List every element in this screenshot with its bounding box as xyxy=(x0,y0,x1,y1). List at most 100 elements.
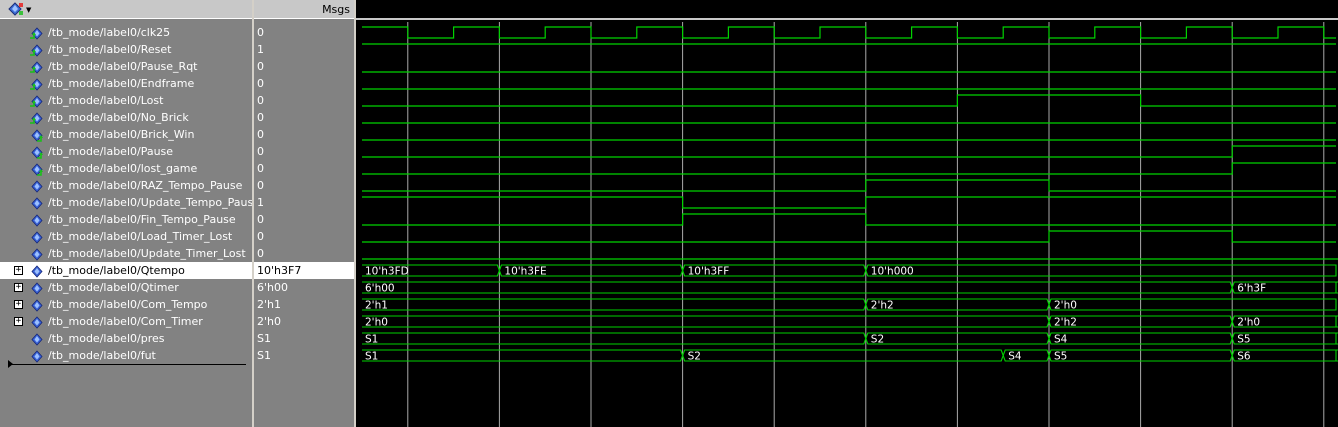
signal-value-row[interactable]: 2'h0 xyxy=(254,313,354,330)
signal-value: 0 xyxy=(257,162,264,175)
bus-label: 2'h1 xyxy=(365,300,388,312)
expand-plus-icon[interactable]: + xyxy=(14,283,23,292)
bus-label: S5 xyxy=(1054,351,1067,363)
wave-diamond-icon xyxy=(8,2,23,16)
signal-row[interactable]: /tb_mode/label0/No_Brick xyxy=(0,109,252,126)
signal-row[interactable]: /tb_mode/label0/Fin_Tempo_Pause xyxy=(0,211,252,228)
signal-row[interactable]: + /tb_mode/label0/Qtimer xyxy=(0,279,252,296)
signal-value-row[interactable]: 1 xyxy=(254,41,354,58)
signal-name: /tb_mode/label0/Com_Tempo xyxy=(48,298,208,311)
signal-value: 0 xyxy=(257,26,264,39)
signal-value-row[interactable]: 0 xyxy=(254,160,354,177)
expand-plus-icon[interactable]: + xyxy=(14,266,23,275)
signal-value-row[interactable]: 0 xyxy=(254,143,354,160)
signal-name: /tb_mode/label0/No_Brick xyxy=(48,111,189,124)
diamond-icon xyxy=(29,179,43,193)
signal-value-row[interactable]: 0 xyxy=(254,228,354,245)
signal-row[interactable]: + /tb_mode/label0/Qtempo xyxy=(0,262,252,279)
expand-plus-icon[interactable]: + xyxy=(14,317,23,326)
bus-label: 2'h0 xyxy=(1054,300,1077,312)
signal-row[interactable]: /tb_mode/label0/Pause xyxy=(0,143,252,160)
signal-value-row[interactable]: 0 xyxy=(254,211,354,228)
signal-row[interactable]: /tb_mode/label0/Endframe xyxy=(0,75,252,92)
signal-name: /tb_mode/label0/clk25 xyxy=(48,26,171,39)
signal-value-pane: Msgs 0 1 0 0 0 0 0 0 0 0 1 0 0 0 10'h3F7 6'h00 2'h1 2'h0 S… xyxy=(254,0,354,427)
cursor-arrow-icon[interactable] xyxy=(8,360,13,368)
signal-value-row[interactable]: 0 xyxy=(254,177,354,194)
signal-value-row[interactable]: 0 xyxy=(254,109,354,126)
signal-value-row[interactable]: 6'h00 xyxy=(254,279,354,296)
signal-value-row[interactable]: 0 xyxy=(254,24,354,41)
bus-segment xyxy=(865,264,1337,277)
signal-value-row[interactable]: 10'h3F7 xyxy=(254,262,354,279)
signal-value-row[interactable]: 0 xyxy=(254,126,354,143)
diamond-icon xyxy=(29,349,43,363)
bus-segment xyxy=(682,349,1004,362)
signal-value: 2'h0 xyxy=(257,315,281,328)
signal-value-row[interactable]: 0 xyxy=(254,58,354,75)
expand-plus-icon[interactable]: + xyxy=(14,300,23,309)
signal-row[interactable]: /tb_mode/label0/fut xyxy=(0,347,252,364)
bus-label: S2 xyxy=(688,351,701,363)
bus-segment xyxy=(362,332,867,345)
clock-wave xyxy=(362,26,1336,39)
signal-row[interactable]: /tb_mode/label0/lost_game xyxy=(0,160,252,177)
diamond-icon xyxy=(29,213,43,227)
signal-value-row[interactable]: 1 xyxy=(254,194,354,211)
signal-value-row[interactable]: S1 xyxy=(254,330,354,347)
signal-value-row[interactable]: 2'h1 xyxy=(254,296,354,313)
signal-value-row[interactable]: 0 xyxy=(254,92,354,109)
diamond-in-icon xyxy=(29,77,43,91)
signal-value-row[interactable]: 0 xyxy=(254,75,354,92)
signal-value: 0 xyxy=(257,77,264,90)
bus-segment xyxy=(362,315,1050,328)
signal-row[interactable]: /tb_mode/label0/Load_Timer_Lost xyxy=(0,228,252,245)
bus-label: 10'h3FF xyxy=(688,266,730,278)
signal-row[interactable]: /tb_mode/label0/Reset xyxy=(0,41,252,58)
signal-row[interactable]: /tb_mode/label0/pres xyxy=(0,330,252,347)
bus-segment xyxy=(362,281,1233,294)
signal-name: /tb_mode/label0/Load_Timer_Lost xyxy=(48,230,233,243)
diamond-icon xyxy=(29,298,43,312)
signal-value: 0 xyxy=(257,60,264,73)
msgs-header: Msgs xyxy=(254,0,354,19)
signal-row[interactable]: /tb_mode/label0/Update_Timer_Lost xyxy=(0,245,252,262)
signal-row[interactable]: /tb_mode/label0/Update_Tempo_Pause xyxy=(0,194,252,211)
signal-row[interactable]: + /tb_mode/label0/Com_Timer xyxy=(0,313,252,330)
signal-name: /tb_mode/label0/Qtempo xyxy=(48,264,185,277)
cursor-divider[interactable] xyxy=(10,364,246,365)
bus-label: 2'h2 xyxy=(1054,317,1077,329)
chevron-down-icon: ▼ xyxy=(26,6,32,14)
signal-value: 6'h00 xyxy=(257,281,288,294)
signal-row[interactable]: + /tb_mode/label0/Com_Tempo xyxy=(0,296,252,313)
signal-name: /tb_mode/label0/lost_game xyxy=(48,162,198,175)
signal-value-row[interactable]: S1 xyxy=(254,347,354,364)
bus-segment xyxy=(362,298,867,311)
signal-value-row[interactable]: 0 xyxy=(254,245,354,262)
signal-value: 0 xyxy=(257,111,264,124)
wave-toolbar-button[interactable]: ▼ xyxy=(8,2,36,17)
signal-row[interactable]: /tb_mode/label0/Lost xyxy=(0,92,252,109)
signal-name: /tb_mode/label0/RAZ_Tempo_Pause xyxy=(48,179,243,192)
bit-wave xyxy=(362,145,1336,158)
diamond-out-icon xyxy=(29,145,43,159)
diamond-in-icon xyxy=(29,26,43,40)
signal-row[interactable]: /tb_mode/label0/Brick_Win xyxy=(0,126,252,143)
waveform-pane[interactable]: 10'h3FD10'h3FE10'h3FF10'h0006'h006'h3F6'… xyxy=(356,0,1338,427)
signal-value: 0 xyxy=(257,213,264,226)
signal-name: /tb_mode/label0/Qtimer xyxy=(48,281,179,294)
signal-value: 0 xyxy=(257,145,264,158)
signal-row[interactable]: /tb_mode/label0/clk25 xyxy=(0,24,252,41)
signal-value: S1 xyxy=(257,332,271,345)
signal-row[interactable]: /tb_mode/label0/RAZ_Tempo_Pause xyxy=(0,177,252,194)
diamond-icon xyxy=(29,247,43,261)
signal-row[interactable]: /tb_mode/label0/Pause_Rqt xyxy=(0,58,252,75)
bit-wave xyxy=(362,179,1336,192)
signal-name: /tb_mode/label0/Reset xyxy=(48,43,172,56)
signal-value: 2'h1 xyxy=(257,298,281,311)
waveform-canvas[interactable]: 10'h3FD10'h3FE10'h3FF10'h0006'h006'h3F6'… xyxy=(356,0,1338,427)
bus-label: 6'h3F xyxy=(1237,283,1266,295)
signal-name: /tb_mode/label0/Pause xyxy=(48,145,174,158)
signal-value: 1 xyxy=(257,43,264,56)
bit-wave xyxy=(362,162,1336,175)
